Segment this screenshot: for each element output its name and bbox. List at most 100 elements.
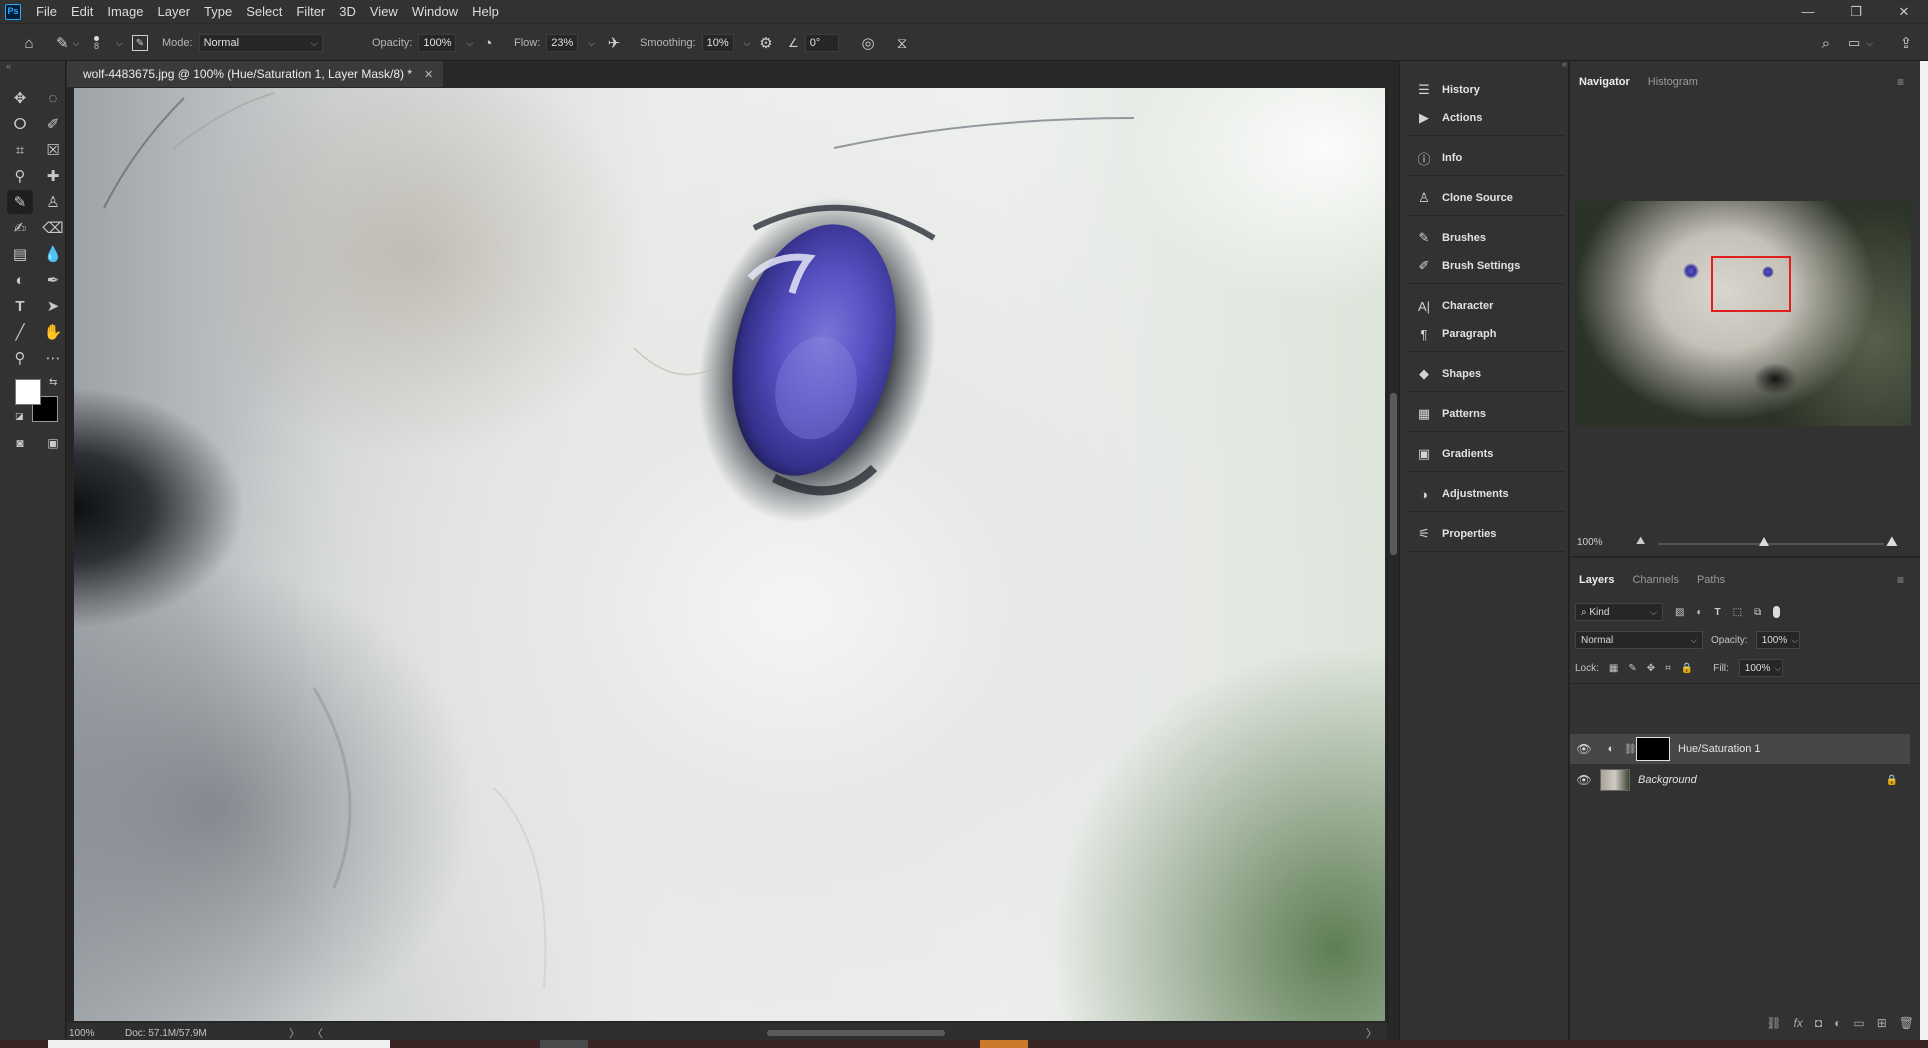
symmetry-icon[interactable]: ⧖ — [892, 24, 912, 62]
layer-row-hue-saturation[interactable]: 👁 ◐ ⛓ Hue/Saturation 1 — [1570, 734, 1910, 764]
brush-tool-icon[interactable]: ✎ — [7, 190, 33, 214]
filter-smart-object-icon[interactable]: ⧉ — [1754, 607, 1761, 618]
panel-properties[interactable]: ⚟ Properties — [1400, 521, 1570, 547]
status-zoom[interactable]: 100% — [69, 1028, 125, 1039]
lock-artboard-icon[interactable]: ⌗ — [1665, 663, 1671, 674]
panel-gradients[interactable]: ▣ Gradients — [1400, 441, 1570, 467]
path-selection-tool-icon[interactable]: ➤ — [40, 294, 66, 318]
new-adjustment-layer-icon[interactable]: ◐ — [1834, 1016, 1841, 1030]
search-icon[interactable]: ⌕ — [1816, 24, 1836, 62]
gradient-tool-icon[interactable]: ▤ — [7, 242, 33, 266]
default-colors-icon[interactable]: ◪ — [15, 411, 24, 422]
tab-navigator[interactable]: Navigator — [1570, 76, 1639, 88]
lock-all-icon[interactable]: 🔒 — [1681, 663, 1693, 674]
menu-view[interactable]: View — [363, 0, 405, 23]
airbrush-icon[interactable]: ✈ — [604, 24, 624, 62]
panel-brushes[interactable]: ✎ Brushes — [1400, 225, 1570, 251]
add-mask-icon[interactable]: ◘ — [1815, 1016, 1822, 1030]
restore-button[interactable]: ❐ — [1832, 0, 1880, 23]
layer-mask-thumbnail[interactable] — [1636, 737, 1670, 761]
pressure-opacity-icon[interactable]: ◔ — [478, 24, 498, 62]
zoom-slider-track[interactable] — [1658, 543, 1884, 545]
close-button[interactable]: ✕ — [1880, 0, 1928, 23]
menu-filter[interactable]: Filter — [289, 0, 332, 23]
tab-histogram[interactable]: Histogram — [1639, 76, 1707, 88]
zoom-in-icon[interactable]: ⛰ — [1886, 533, 1898, 550]
menu-edit[interactable]: Edit — [64, 0, 100, 23]
flow-field[interactable]: 23% — [546, 34, 579, 52]
layer-style-icon[interactable]: fx — [1794, 1016, 1803, 1030]
menu-image[interactable]: Image — [100, 0, 150, 23]
canvas-vertical-scrollbar[interactable] — [1387, 87, 1399, 1023]
lock-position-icon[interactable]: ✥ — [1647, 663, 1655, 674]
chevron-down-icon[interactable]: ⌵ — [466, 38, 473, 49]
filter-pixel-icon[interactable]: ▨ — [1675, 607, 1684, 618]
type-tool-icon[interactable]: T — [7, 294, 33, 318]
panel-clone-source[interactable]: ♙ Clone Source — [1400, 185, 1570, 211]
tab-layers[interactable]: Layers — [1570, 574, 1623, 586]
swap-colors-icon[interactable]: ⇆ — [49, 377, 57, 388]
layer-filter-select[interactable]: ⌕ Kind ⌵ — [1575, 603, 1663, 621]
panel-character[interactable]: A| Character — [1400, 293, 1570, 319]
workspace-switcher[interactable]: ▭ ⌵ — [1848, 24, 1873, 62]
taskbar-item[interactable] — [980, 1040, 1028, 1048]
gear-icon[interactable]: ⚙ — [756, 24, 776, 62]
layer-row-background[interactable]: 👁 Background 🔒 — [1570, 765, 1910, 795]
lasso-tool-icon[interactable]: ⵔ — [7, 112, 33, 136]
tab-paths[interactable]: Paths — [1688, 574, 1734, 586]
move-tool-icon[interactable]: ✥ — [7, 86, 33, 110]
visibility-eye-icon[interactable]: 👁 — [1574, 773, 1594, 787]
angle-field[interactable]: 0° — [804, 34, 839, 52]
menu-file[interactable]: File — [29, 0, 64, 23]
brush-size-picker[interactable]: 8 — [94, 24, 99, 62]
eyedropper-tool-icon[interactable]: ⚲ — [7, 164, 33, 188]
zoom-slider-thumb[interactable] — [1759, 537, 1769, 546]
crop-tool-icon[interactable]: ⌗ — [7, 138, 33, 162]
brush-tool-preset[interactable]: ✎ ⌵ — [56, 24, 79, 62]
panel-info[interactable]: ⓘ Info — [1400, 145, 1570, 171]
lock-transparency-icon[interactable]: ▦ — [1609, 663, 1618, 674]
panel-adjustments[interactable]: ◑ Adjustments — [1400, 481, 1570, 507]
fill-field[interactable]: 100% ⌵ — [1738, 659, 1783, 677]
pressure-size-icon[interactable]: ◎ — [858, 24, 878, 62]
filter-type-icon[interactable]: T — [1715, 607, 1721, 618]
line-tool-icon[interactable]: ╱ — [7, 320, 33, 344]
navigator-view-box[interactable] — [1711, 256, 1791, 312]
marquee-tool-icon[interactable]: ◌ — [40, 86, 66, 110]
screen-mode-icon[interactable]: ▣ — [40, 431, 66, 455]
blend-mode-select[interactable]: Normal ⌵ — [1575, 631, 1703, 649]
panel-shapes[interactable]: ◆ Shapes — [1400, 361, 1570, 387]
visibility-eye-icon[interactable]: 👁 — [1574, 742, 1594, 756]
opacity-field[interactable]: 100% — [418, 34, 457, 52]
panel-menu-icon[interactable]: ≡ — [1897, 75, 1904, 89]
home-icon[interactable]: ⌂ — [18, 24, 40, 62]
clone-stamp-tool-icon[interactable]: ♙ — [40, 190, 66, 214]
layer-opacity-field[interactable]: 100% ⌵ — [1755, 631, 1800, 649]
zoom-out-icon[interactable]: ⛰ — [1636, 535, 1645, 548]
photoshop-logo-icon[interactable]: Ps — [5, 3, 21, 20]
navigator-zoom-value[interactable]: 100% — [1577, 537, 1603, 548]
status-menu-arrow-icon[interactable]: 〉 — [289, 1025, 300, 1041]
horizontal-scroll-thumb[interactable] — [767, 1030, 945, 1036]
lock-pixels-icon[interactable]: ✎ — [1628, 663, 1636, 674]
healing-brush-tool-icon[interactable]: ✚ — [40, 164, 66, 188]
hand-tool-icon[interactable]: ✋ — [40, 320, 66, 344]
taskbar-item[interactable] — [48, 1040, 390, 1048]
tab-channels[interactable]: Channels — [1623, 574, 1687, 586]
chevron-down-icon[interactable]: ⌵ — [588, 38, 595, 49]
scroll-left-icon[interactable]: 〈 — [312, 1025, 323, 1041]
navigator-thumbnail[interactable] — [1575, 201, 1911, 426]
mode-select[interactable]: Normal ⌵ — [198, 34, 323, 52]
pen-tool-icon[interactable]: ✒ — [40, 268, 66, 292]
brush-panel-toggle[interactable]: ✎ — [132, 24, 148, 62]
taskbar-item[interactable] — [540, 1040, 588, 1048]
menu-window[interactable]: Window — [405, 0, 465, 23]
close-document-icon[interactable]: ✕ — [424, 68, 433, 81]
blur-tool-icon[interactable]: 💧 — [40, 242, 66, 266]
frame-tool-icon[interactable]: ☒ — [40, 138, 66, 162]
panel-patterns[interactable]: ▦ Patterns — [1400, 401, 1570, 427]
quick-mask-icon[interactable]: ◙ — [7, 431, 33, 455]
more-tools-icon[interactable]: ⋯ — [40, 346, 66, 370]
collapse-panels-icon[interactable]: « — [1562, 59, 1567, 69]
vertical-scroll-thumb[interactable] — [1390, 393, 1397, 555]
